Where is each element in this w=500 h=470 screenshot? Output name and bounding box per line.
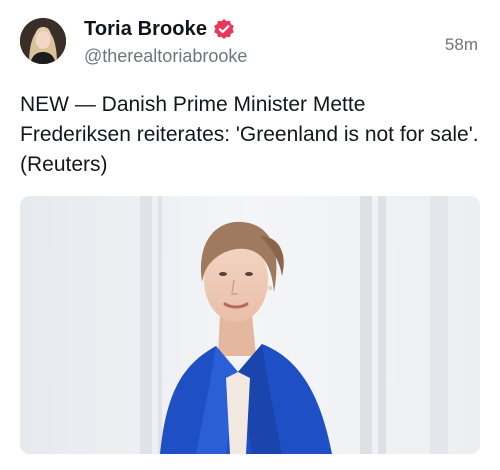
avatar[interactable] (20, 18, 66, 64)
post-card: Toria Brooke @therealtoriabrooke 58m NEW… (0, 0, 500, 470)
photo-woman-blue-blazer-icon (20, 196, 480, 454)
post-media[interactable] (20, 196, 480, 454)
post-text: NEW — Danish Prime Minister Mette Freder… (20, 93, 479, 176)
verified-badge-icon (213, 18, 235, 40)
author-name-row: Toria Brooke (84, 16, 235, 42)
avatar-photo-icon (20, 18, 66, 64)
author-handle[interactable]: @therealtoriabrooke (84, 46, 247, 67)
post-timestamp[interactable]: 58m (445, 35, 478, 55)
author-display-name[interactable]: Toria Brooke (84, 18, 207, 41)
